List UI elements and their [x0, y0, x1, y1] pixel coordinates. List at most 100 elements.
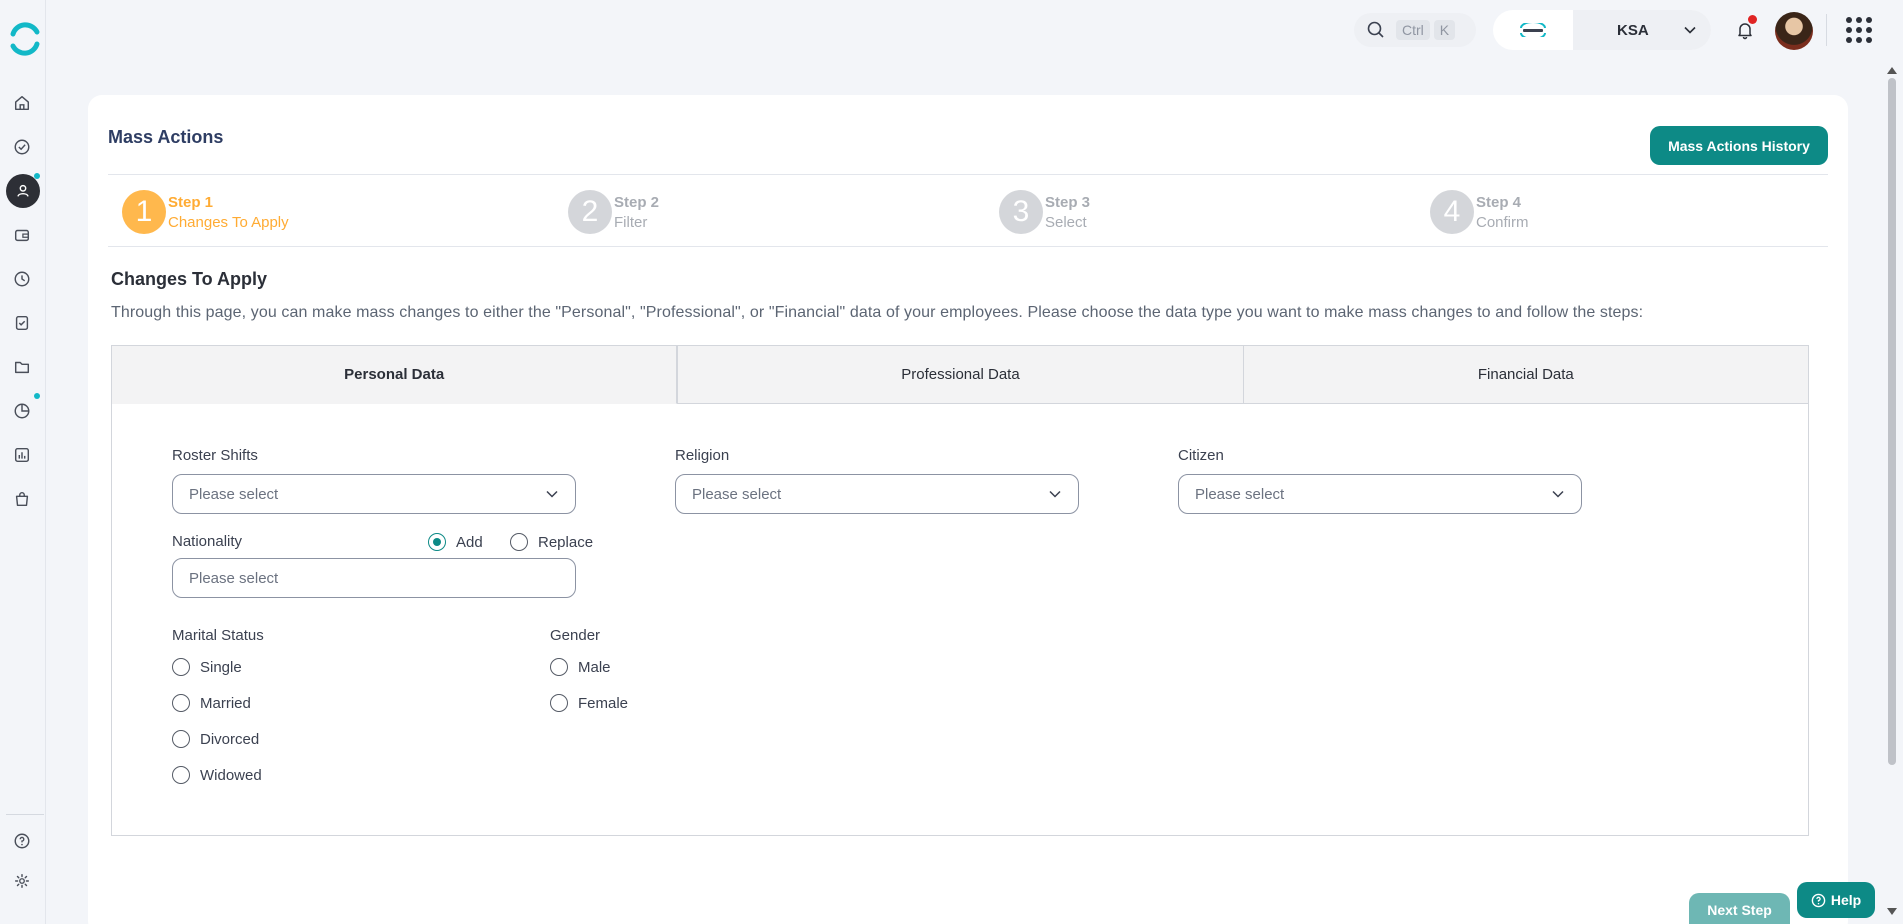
nationality-select[interactable]: Please select: [172, 558, 576, 598]
search-icon: [1367, 21, 1384, 38]
help-circle-icon: [1811, 893, 1826, 907]
clock-icon[interactable]: [9, 266, 35, 292]
add-label: Add: [456, 533, 483, 551]
option-label: Single: [200, 658, 242, 676]
company-logo-icon: [1493, 10, 1573, 50]
personal-data-form: Roster Shifts Please select Religion Ple…: [112, 404, 1808, 835]
citizen-label: Citizen: [1178, 447, 1224, 464]
company-select[interactable]: KSA: [1573, 10, 1711, 50]
marital-status-label: Marital Status: [172, 627, 264, 644]
step-title: Step 1: [168, 193, 214, 211]
apps-grid-icon[interactable]: [1846, 17, 1872, 43]
step-title: Step 2: [614, 193, 660, 211]
section-description: Through this page, you can make mass cha…: [111, 304, 1644, 321]
topbar-divider: [1826, 14, 1827, 46]
gender-label: Gender: [550, 627, 601, 644]
nationality-label: Nationality: [172, 533, 243, 550]
radio-unselected[interactable]: [550, 658, 568, 676]
marital-option-divorced[interactable]: Divorced: [172, 730, 259, 748]
radio-unselected[interactable]: [550, 694, 568, 712]
radio-unselected[interactable]: [172, 766, 190, 784]
home-icon[interactable]: [9, 90, 35, 116]
scrollbar-thumb[interactable]: [1888, 78, 1896, 765]
company-switcher[interactable]: KSA: [1493, 10, 1711, 50]
page-title: Mass Actions: [108, 127, 224, 147]
step-2: 2 Step 2 Filter: [568, 190, 659, 234]
roster-shifts-placeholder: Please select: [189, 485, 279, 503]
app-logo-icon[interactable]: [9, 22, 41, 56]
gender-option-female[interactable]: Female: [550, 694, 628, 712]
roster-shifts-select[interactable]: Please select: [172, 474, 576, 514]
data-type-tabs-panel: Personal Data Professional Data Financia…: [111, 345, 1809, 836]
radio-unselected[interactable]: [172, 694, 190, 712]
help-label: Help: [1830, 892, 1862, 908]
religion-select[interactable]: Please select: [675, 474, 1079, 514]
roster-shifts-label: Roster Shifts: [172, 447, 258, 464]
nationality-add-option[interactable]: Add: [428, 533, 483, 551]
employees-icon[interactable]: [6, 174, 40, 208]
folder-icon[interactable]: [9, 354, 35, 380]
marital-option-single[interactable]: Single: [172, 658, 242, 676]
chevron-down-icon: [1552, 490, 1564, 498]
notifications-bell-icon[interactable]: [1730, 15, 1760, 45]
tab-list: Personal Data Professional Data Financia…: [112, 346, 1808, 404]
step-title: Step 3: [1045, 193, 1091, 211]
chevron-down-icon: [1049, 490, 1061, 498]
marital-option-married[interactable]: Married: [172, 694, 251, 712]
citizen-placeholder: Please select: [1195, 485, 1285, 503]
mass-actions-history-button[interactable]: Mass Actions History: [1650, 126, 1828, 165]
step-1: 1 Step 1 Changes To Apply: [122, 190, 289, 234]
option-label: Widowed: [200, 766, 262, 784]
mass-actions-card: Mass Actions Mass Actions History 1 Step…: [88, 95, 1848, 924]
tab-financial-data[interactable]: Financial Data: [1242, 346, 1808, 404]
step-label: Select: [1045, 213, 1087, 231]
replace-label: Replace: [538, 533, 594, 551]
step-label: Changes To Apply: [168, 213, 289, 231]
tab-professional-data[interactable]: Professional Data: [677, 346, 1243, 404]
sidebar: [0, 0, 46, 924]
help-button[interactable]: Help: [1797, 882, 1875, 918]
step-label: Confirm: [1476, 213, 1529, 231]
nationality-placeholder: Please select: [189, 569, 279, 587]
scroll-up-arrow[interactable]: [1887, 67, 1897, 74]
nationality-replace-option[interactable]: Replace: [510, 533, 593, 551]
search-bar[interactable]: Ctrl K: [1354, 13, 1476, 47]
notification-badge: [1748, 15, 1757, 24]
radio-unselected[interactable]: [510, 533, 528, 551]
radio-unselected[interactable]: [172, 658, 190, 676]
shortcut-k: K: [1433, 20, 1456, 40]
step-number: 4: [1430, 190, 1474, 234]
settings-gear-icon[interactable]: [9, 868, 35, 894]
section-title: Changes To Apply: [111, 269, 268, 289]
help-circle-icon[interactable]: [9, 828, 35, 854]
citizen-select[interactable]: Please select: [1178, 474, 1582, 514]
wallet-icon[interactable]: [9, 222, 35, 248]
step-4: 4 Step 4 Confirm: [1430, 190, 1529, 234]
notification-dot: [34, 393, 40, 399]
religion-label: Religion: [675, 447, 730, 464]
radio-selected[interactable]: [428, 533, 446, 551]
chevron-down-icon: [1684, 26, 1696, 34]
option-label: Married: [200, 694, 251, 712]
reports-icon[interactable]: [9, 442, 35, 468]
next-step-button[interactable]: Next Step: [1689, 893, 1790, 924]
scroll-down-arrow[interactable]: [1887, 908, 1897, 915]
gender-option-male[interactable]: Male: [550, 658, 611, 676]
tab-personal-data[interactable]: Personal Data: [112, 346, 678, 404]
tasks-icon[interactable]: [9, 134, 35, 160]
checklist-icon[interactable]: [9, 310, 35, 336]
step-number: 1: [122, 190, 166, 234]
pie-chart-icon[interactable]: [9, 398, 35, 424]
chevron-down-icon: [546, 490, 558, 498]
step-label: Filter: [614, 213, 648, 231]
option-label: Male: [578, 658, 611, 676]
shortcut-ctrl: Ctrl: [1396, 20, 1430, 40]
user-avatar[interactable]: [1775, 12, 1813, 50]
step-3: 3 Step 3 Select: [999, 190, 1090, 234]
step-title: Step 4: [1476, 193, 1522, 211]
marital-option-widowed[interactable]: Widowed: [172, 766, 262, 784]
religion-placeholder: Please select: [692, 485, 782, 503]
radio-unselected[interactable]: [172, 730, 190, 748]
option-label: Divorced: [200, 730, 260, 748]
shopping-bag-icon[interactable]: [9, 486, 35, 512]
